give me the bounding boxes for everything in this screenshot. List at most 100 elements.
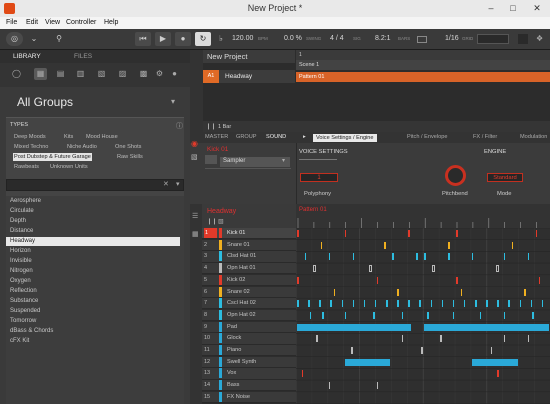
sound-row[interactable]: 3 Clsd Hat 01 bbox=[190, 251, 296, 263]
pause-icon[interactable]: ❙❙ bbox=[206, 123, 216, 130]
effects-icon[interactable]: ▨ bbox=[116, 68, 129, 80]
step-event[interactable] bbox=[316, 335, 318, 343]
step-ruler[interactable] bbox=[296, 216, 550, 228]
sound-row[interactable]: 9 Pad bbox=[190, 321, 296, 333]
step-event[interactable] bbox=[408, 300, 410, 308]
page-modulation[interactable]: Modulation bbox=[520, 134, 547, 140]
list-item-selected[interactable]: Headway bbox=[6, 237, 180, 246]
page-fx-filter[interactable]: FX / Filter bbox=[473, 134, 497, 140]
tab-files[interactable]: FILES bbox=[74, 53, 92, 60]
step-event[interactable] bbox=[319, 300, 321, 308]
step-event[interactable] bbox=[416, 253, 418, 261]
step-event[interactable] bbox=[440, 335, 442, 343]
step-event[interactable] bbox=[297, 323, 412, 331]
pitchbend-knob[interactable] bbox=[445, 165, 466, 186]
record-icon[interactable]: ● bbox=[175, 32, 191, 46]
tag-rawbeats[interactable]: Rawbeats bbox=[13, 163, 40, 171]
step-event[interactable] bbox=[456, 276, 458, 284]
step-event[interactable] bbox=[309, 311, 312, 319]
step-event[interactable] bbox=[297, 230, 299, 237]
step-event[interactable] bbox=[322, 311, 324, 319]
grid-value[interactable]: 1/16 bbox=[445, 35, 459, 42]
step-event[interactable] bbox=[328, 253, 331, 261]
metronome-icon[interactable]: ♭ bbox=[214, 32, 228, 46]
step-event[interactable] bbox=[471, 358, 518, 366]
list-item[interactable]: cFX Kit bbox=[6, 337, 180, 346]
loop-icon[interactable]: ↻ bbox=[195, 32, 211, 46]
sound-row[interactable]: 2 Snare 01 bbox=[190, 239, 296, 251]
step-event[interactable] bbox=[352, 300, 355, 308]
pause-icon[interactable]: ❙❙ bbox=[207, 218, 217, 225]
tag-raw-skills[interactable]: Raw Skills bbox=[116, 153, 144, 161]
step-event[interactable] bbox=[452, 300, 455, 308]
group-slot-a1[interactable]: A1 Headway bbox=[203, 70, 295, 83]
step-event[interactable] bbox=[527, 335, 530, 343]
tag-mood-house[interactable]: Mood House bbox=[85, 133, 119, 141]
pattern-name[interactable]: Pattern 01 bbox=[299, 207, 327, 213]
plugin-slot[interactable]: Sampler bbox=[220, 157, 290, 167]
step-event[interactable] bbox=[386, 300, 388, 308]
step-event[interactable] bbox=[421, 347, 423, 354]
list-item[interactable]: Tomorrow bbox=[6, 317, 180, 326]
settings-icon[interactable]: ⚙ bbox=[153, 68, 166, 80]
sound-row[interactable]: 13 Vox bbox=[190, 368, 296, 380]
maschine-logo-icon[interactable]: ◎ bbox=[6, 32, 23, 46]
list-item[interactable]: Nitrogen bbox=[6, 267, 180, 276]
step-event[interactable] bbox=[456, 230, 458, 237]
list-item[interactable]: Substance bbox=[6, 297, 180, 306]
step-event[interactable] bbox=[341, 300, 344, 308]
list-item[interactable]: Horizon bbox=[6, 247, 180, 256]
step-event[interactable] bbox=[497, 300, 499, 308]
page-pitch-envelope[interactable]: Pitch / Envelope bbox=[407, 134, 447, 140]
chevron-down-icon[interactable]: ⌄ bbox=[27, 32, 41, 46]
list-item[interactable]: Invisible bbox=[6, 257, 180, 266]
step-event[interactable] bbox=[527, 253, 530, 261]
menu-file[interactable]: File bbox=[6, 19, 17, 26]
page-voice-settings[interactable]: Voice Settings / Engine bbox=[313, 133, 377, 142]
step-event[interactable] bbox=[401, 311, 404, 319]
step-event[interactable] bbox=[490, 347, 493, 354]
list-item[interactable]: Reflection bbox=[6, 287, 180, 296]
plugin-power-icon[interactable] bbox=[205, 155, 217, 164]
tab-sound[interactable]: SOUND bbox=[266, 134, 286, 140]
step-event[interactable] bbox=[448, 241, 450, 249]
groups-icon[interactable]: ▦ bbox=[34, 68, 47, 80]
tab-group[interactable]: GROUP bbox=[236, 134, 257, 140]
step-event[interactable] bbox=[430, 300, 433, 308]
tag-niche-audio[interactable]: Niche Audio bbox=[66, 143, 98, 151]
step-event[interactable] bbox=[471, 253, 474, 261]
sound-row[interactable]: 11 Piano bbox=[190, 345, 296, 357]
step-event[interactable] bbox=[508, 300, 510, 308]
menu-controller[interactable]: Controller bbox=[66, 19, 96, 26]
step-event[interactable] bbox=[541, 300, 544, 308]
step-event[interactable] bbox=[535, 230, 537, 237]
tab-library[interactable]: LIBRARY bbox=[13, 53, 41, 60]
step-event[interactable] bbox=[460, 288, 463, 296]
step-event[interactable] bbox=[497, 370, 499, 378]
step-grid[interactable] bbox=[296, 228, 550, 404]
step-event[interactable] bbox=[495, 265, 499, 273]
info-icon[interactable]: ⓘ bbox=[176, 121, 183, 131]
user-icon[interactable]: ● bbox=[168, 68, 181, 80]
sounds-icon[interactable]: ▤ bbox=[54, 68, 67, 80]
volume-meter[interactable] bbox=[477, 34, 509, 44]
step-event[interactable] bbox=[432, 265, 436, 273]
follow-icon[interactable] bbox=[417, 36, 427, 43]
step-event[interactable] bbox=[368, 265, 372, 273]
play-icon[interactable]: ▶ bbox=[155, 32, 171, 46]
polyphony-value[interactable]: 1 bbox=[300, 173, 338, 182]
grid-icon[interactable]: ▦ bbox=[192, 230, 199, 238]
tag-one-shots[interactable]: One Shots bbox=[114, 143, 142, 151]
restart-icon[interactable]: ⏮ bbox=[135, 32, 151, 46]
step-event[interactable] bbox=[304, 253, 307, 261]
step-event[interactable] bbox=[297, 276, 299, 284]
list-item[interactable]: Oxygen bbox=[6, 277, 180, 286]
swing-value[interactable]: 0.0 % bbox=[284, 35, 302, 42]
step-event[interactable] bbox=[519, 300, 522, 308]
menu-edit[interactable]: Edit bbox=[26, 19, 38, 26]
keyboard-icon[interactable]: ▧ bbox=[95, 68, 108, 80]
step-event[interactable] bbox=[424, 323, 550, 331]
search-icon[interactable]: ⚲ bbox=[52, 32, 66, 46]
close-icon[interactable]: ✕ bbox=[524, 0, 550, 17]
tag-deep-moods[interactable]: Deep Moods bbox=[13, 133, 47, 141]
